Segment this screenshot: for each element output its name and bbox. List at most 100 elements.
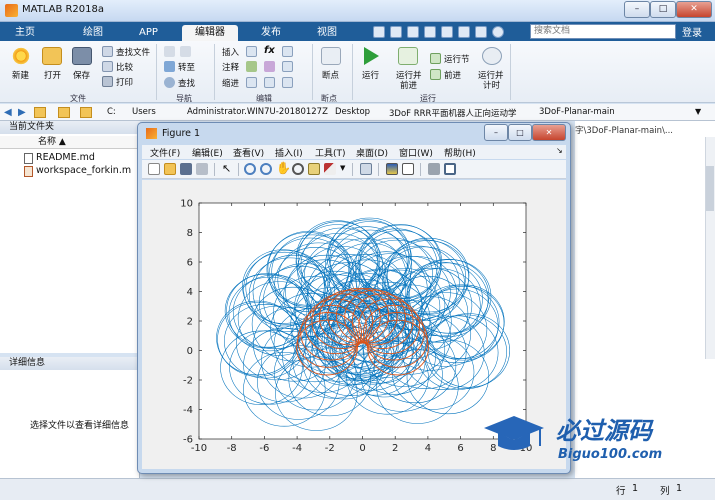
- figure-minimize-button[interactable]: –: [484, 124, 508, 141]
- browse-folder-icon[interactable]: [58, 107, 70, 118]
- brush-icon[interactable]: [324, 163, 336, 175]
- legend-icon[interactable]: [402, 163, 414, 175]
- zoom-out-icon[interactable]: [260, 163, 272, 175]
- new-icon[interactable]: [11, 47, 31, 65]
- goto-button[interactable]: 转至: [178, 61, 195, 73]
- run-icon[interactable]: [364, 47, 379, 65]
- nav-forward-icon[interactable]: [180, 46, 191, 57]
- tab-apps[interactable]: APP: [128, 25, 169, 41]
- figure-close-button[interactable]: ✕: [532, 124, 566, 141]
- link-plot-icon[interactable]: [360, 163, 372, 175]
- undo-quick-icon[interactable]: [441, 26, 453, 38]
- close-button[interactable]: ✕: [676, 1, 712, 18]
- figure-maximize-button[interactable]: □: [508, 124, 532, 141]
- advance-button[interactable]: 前进: [444, 69, 461, 81]
- path-segment[interactable]: C:: [107, 107, 116, 117]
- show-plot-tools-icon[interactable]: [444, 163, 456, 175]
- save-figure-icon[interactable]: [180, 163, 192, 175]
- menu-view[interactable]: 查看(V): [233, 146, 264, 159]
- tab-home[interactable]: 主页: [4, 25, 46, 41]
- path-segment[interactable]: Desktop: [335, 107, 370, 117]
- wrap-comment-icon[interactable]: [282, 61, 293, 72]
- help-quick-icon[interactable]: [492, 26, 504, 38]
- login-button[interactable]: 登录: [682, 24, 702, 39]
- minimize-button[interactable]: –: [624, 1, 650, 18]
- menu-edit[interactable]: 编辑(E): [192, 146, 223, 159]
- comment-icon[interactable]: [246, 61, 257, 72]
- colorbar-icon[interactable]: [386, 163, 398, 175]
- save-button[interactable]: 保存: [73, 69, 90, 81]
- open-button[interactable]: 打开: [44, 69, 61, 81]
- tab-view[interactable]: 视图: [306, 25, 348, 41]
- redo-quick-icon[interactable]: [458, 26, 470, 38]
- paste-quick-icon[interactable]: [424, 26, 436, 38]
- switch-window-icon[interactable]: [475, 26, 487, 38]
- copy-quick-icon[interactable]: [407, 26, 419, 38]
- pan-hand-icon[interactable]: ✋: [276, 161, 291, 175]
- insert-more-icon[interactable]: [282, 46, 293, 57]
- menu-desktop[interactable]: 桌面(D): [356, 146, 388, 159]
- rotate-3d-icon[interactable]: [292, 163, 304, 175]
- scrollbar-thumb[interactable]: [706, 166, 714, 211]
- back-arrow-icon[interactable]: ◀: [4, 107, 12, 118]
- increase-indent-icon[interactable]: [264, 77, 275, 88]
- open-file-icon[interactable]: [164, 163, 176, 175]
- menu-file[interactable]: 文件(F): [150, 146, 180, 159]
- open-folder-icon[interactable]: [42, 47, 62, 65]
- separator: [420, 163, 421, 176]
- menu-window[interactable]: 窗口(W): [399, 146, 433, 159]
- menu-tools[interactable]: 工具(T): [315, 146, 346, 159]
- path-segment[interactable]: Administrator.WIN7U-20180127Z: [187, 107, 328, 117]
- cut-quick-icon[interactable]: [390, 26, 402, 38]
- find-button[interactable]: 查找: [178, 77, 195, 89]
- print-figure-icon[interactable]: [196, 163, 208, 175]
- path-segment[interactable]: 3DoF RRR平面机器人正向运动学: [389, 107, 516, 119]
- menu-insert[interactable]: 插入(I): [275, 146, 303, 159]
- nav-back-icon[interactable]: [164, 46, 175, 57]
- find-files-button[interactable]: 查找文件: [116, 46, 150, 58]
- save-quick-icon[interactable]: [373, 26, 385, 38]
- new-figure-icon[interactable]: [148, 163, 160, 175]
- decrease-indent-icon[interactable]: [282, 77, 293, 88]
- print-button[interactable]: 打印: [116, 76, 133, 88]
- pointer-icon[interactable]: ↖: [222, 162, 231, 175]
- zoom-in-icon[interactable]: [244, 163, 256, 175]
- run-time-label-2[interactable]: 计时: [483, 79, 500, 91]
- tab-plots[interactable]: 绘图: [72, 25, 114, 41]
- run-time-icon[interactable]: [482, 47, 502, 65]
- file-readme[interactable]: README.md: [36, 152, 95, 163]
- path-dropdown-icon[interactable]: ▼: [695, 107, 701, 116]
- dock-arrow-icon[interactable]: ↘: [556, 146, 563, 155]
- file-workspace-forkin[interactable]: workspace_forkin.m: [36, 165, 131, 176]
- run-advance-label-2[interactable]: 前进: [400, 79, 417, 91]
- insert-button[interactable]: 插入: [222, 46, 239, 58]
- smart-indent-icon[interactable]: [246, 77, 257, 88]
- fx-button[interactable]: fx: [264, 45, 275, 56]
- run-button[interactable]: 运行: [362, 69, 379, 81]
- maximize-button[interactable]: □: [650, 1, 676, 18]
- forward-arrow-icon[interactable]: ▶: [18, 107, 26, 118]
- save-icon[interactable]: [72, 47, 92, 65]
- compare-button[interactable]: 比较: [116, 61, 133, 73]
- indent-button[interactable]: 缩进: [222, 77, 239, 89]
- tab-publish[interactable]: 发布: [250, 25, 292, 41]
- uncomment-icon[interactable]: [264, 61, 275, 72]
- breakpoints-button[interactable]: 断点: [322, 69, 339, 81]
- x-tick-label: 6: [457, 443, 463, 454]
- brush-dropdown-icon[interactable]: ▼: [340, 164, 345, 172]
- insert-section-icon[interactable]: [246, 46, 257, 57]
- search-input[interactable]: 搜索文档: [530, 24, 676, 39]
- run-section-button[interactable]: 运行节: [444, 53, 470, 65]
- new-button[interactable]: 新建: [12, 69, 29, 81]
- data-cursor-icon[interactable]: [308, 163, 320, 175]
- comment-button[interactable]: 注释: [222, 61, 239, 73]
- breakpoints-icon[interactable]: [321, 47, 341, 65]
- tab-editor[interactable]: 编辑器: [182, 25, 238, 41]
- up-folder-icon[interactable]: [34, 107, 46, 118]
- menu-help[interactable]: 帮助(H): [444, 146, 476, 159]
- name-column-header[interactable]: 名称 ▲: [0, 136, 140, 149]
- hide-plot-tools-icon[interactable]: [428, 163, 440, 175]
- path-segment[interactable]: 3DoF-Planar-main: [539, 107, 615, 117]
- run-advance-icon[interactable]: [398, 47, 418, 65]
- path-segment[interactable]: Users: [132, 107, 156, 117]
